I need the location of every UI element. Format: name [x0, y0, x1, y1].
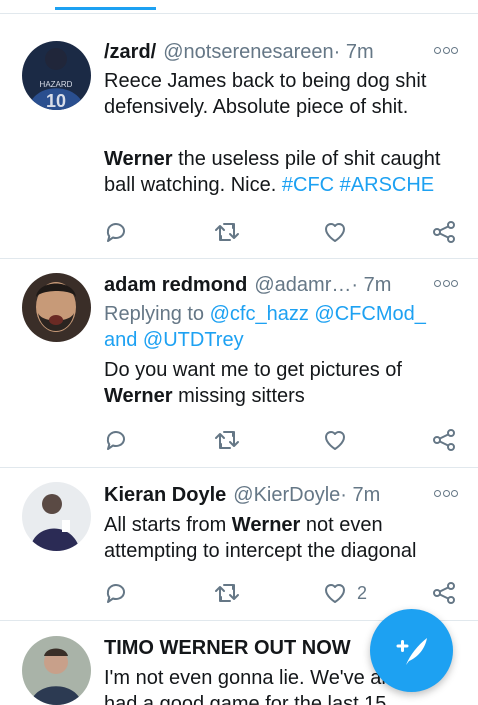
tweet[interactable]: Kieran Doyle @KierDoyle · 7m All starts …	[0, 468, 478, 621]
tweet-text: All starts from Werner not even attempti…	[104, 512, 458, 564]
tweet-text-line: Reece James back to being dog shit defen…	[104, 70, 427, 118]
tweet[interactable]: HAZARD 10 /zard/ @notserenesareen · 7m R…	[0, 26, 478, 259]
top-tab-bar	[0, 0, 478, 14]
reply-button[interactable]	[104, 427, 128, 453]
heart-icon	[325, 223, 345, 242]
display-name[interactable]: adam redmond	[104, 274, 247, 297]
tweet-header: adam redmond @adamr… · 7m	[104, 272, 458, 298]
avatar-image	[22, 273, 91, 342]
more-icon[interactable]	[434, 47, 458, 57]
timestamp: · 7m	[333, 40, 374, 63]
more-icon[interactable]	[434, 490, 458, 500]
bold-keyword: Werner	[104, 148, 173, 170]
hashtag-link[interactable]: #CFC	[282, 174, 334, 196]
share-icon	[433, 221, 455, 243]
like-button[interactable]: 2	[323, 580, 367, 606]
tweet-text-segment: All starts from	[104, 514, 232, 536]
avatar[interactable]	[22, 273, 91, 342]
like-button[interactable]	[323, 219, 357, 245]
bold-keyword: Werner	[231, 514, 301, 536]
avatar-image: HAZARD 10	[22, 41, 91, 110]
share-button[interactable]	[431, 219, 457, 245]
user-handle[interactable]: @adamr…	[254, 274, 351, 297]
display-name[interactable]: TIMO WERNER OUT NOW	[104, 637, 351, 660]
tweet-text: Replying to @cfc_hazz @CFCMod_ and @UTDT…	[104, 301, 458, 409]
compose-tweet-button[interactable]	[370, 609, 453, 692]
more-icon[interactable]	[434, 280, 458, 290]
tweet-text-segment: missing sitters	[172, 385, 305, 407]
tweet[interactable]: adam redmond @adamr… · 7m Replying to @c…	[0, 259, 478, 468]
timestamp: · 7m	[340, 483, 381, 506]
retweet-icon	[215, 223, 239, 241]
avatar[interactable]	[22, 482, 91, 551]
avatar-image	[22, 636, 91, 705]
compose-tweet-icon	[396, 637, 427, 665]
retweet-button[interactable]	[214, 219, 240, 245]
share-button[interactable]	[431, 427, 457, 453]
heart-icon	[325, 584, 345, 603]
tweet-actions: 2	[104, 580, 460, 606]
reply-button[interactable]	[104, 219, 128, 245]
avatar[interactable]	[22, 636, 91, 705]
top-divider	[0, 13, 478, 14]
replying-to-line: Replying to @cfc_hazz @CFCMod_ and @UTDT…	[104, 301, 458, 353]
reply-button[interactable]	[104, 580, 128, 606]
display-name[interactable]: Kieran Doyle	[104, 484, 226, 507]
display-name[interactable]: /zard/	[104, 41, 156, 64]
retweet-button[interactable]	[214, 427, 240, 453]
user-handle[interactable]: @notserenesareen	[163, 41, 333, 64]
share-button[interactable]	[431, 580, 457, 606]
retweet-button[interactable]	[214, 580, 240, 606]
like-button[interactable]	[323, 427, 357, 453]
timestamp: · 7m	[351, 273, 392, 296]
replying-prefix: Replying to	[104, 303, 210, 325]
tweet-text: Reece James back to being dog shit defen…	[104, 68, 458, 198]
tweet-actions	[104, 427, 460, 453]
heart-icon	[325, 431, 345, 450]
avatar[interactable]: HAZARD 10	[22, 41, 91, 110]
share-icon	[433, 429, 455, 451]
reply-icon	[106, 431, 125, 450]
tweet-header: Kieran Doyle @KierDoyle · 7m	[104, 482, 458, 508]
retweet-icon	[215, 584, 239, 602]
jersey-number: 10	[46, 91, 66, 110]
retweet-icon	[215, 431, 239, 449]
hashtag-link[interactable]: #ARSCHE	[340, 174, 434, 196]
reply-icon	[106, 584, 125, 603]
tweet-actions	[104, 219, 460, 245]
tweet-text-segment: Do you want me to get pictures of	[104, 359, 402, 381]
active-tab-indicator	[55, 7, 156, 10]
avatar-image	[22, 482, 91, 551]
bold-keyword: Werner	[104, 385, 173, 407]
tweet-header: /zard/ @notserenesareen · 7m	[104, 39, 458, 65]
jersey-text: HAZARD	[40, 80, 73, 89]
reply-icon	[106, 223, 125, 242]
like-count: 2	[357, 582, 368, 603]
user-handle[interactable]: @KierDoyle	[233, 484, 340, 507]
share-icon	[433, 582, 455, 604]
